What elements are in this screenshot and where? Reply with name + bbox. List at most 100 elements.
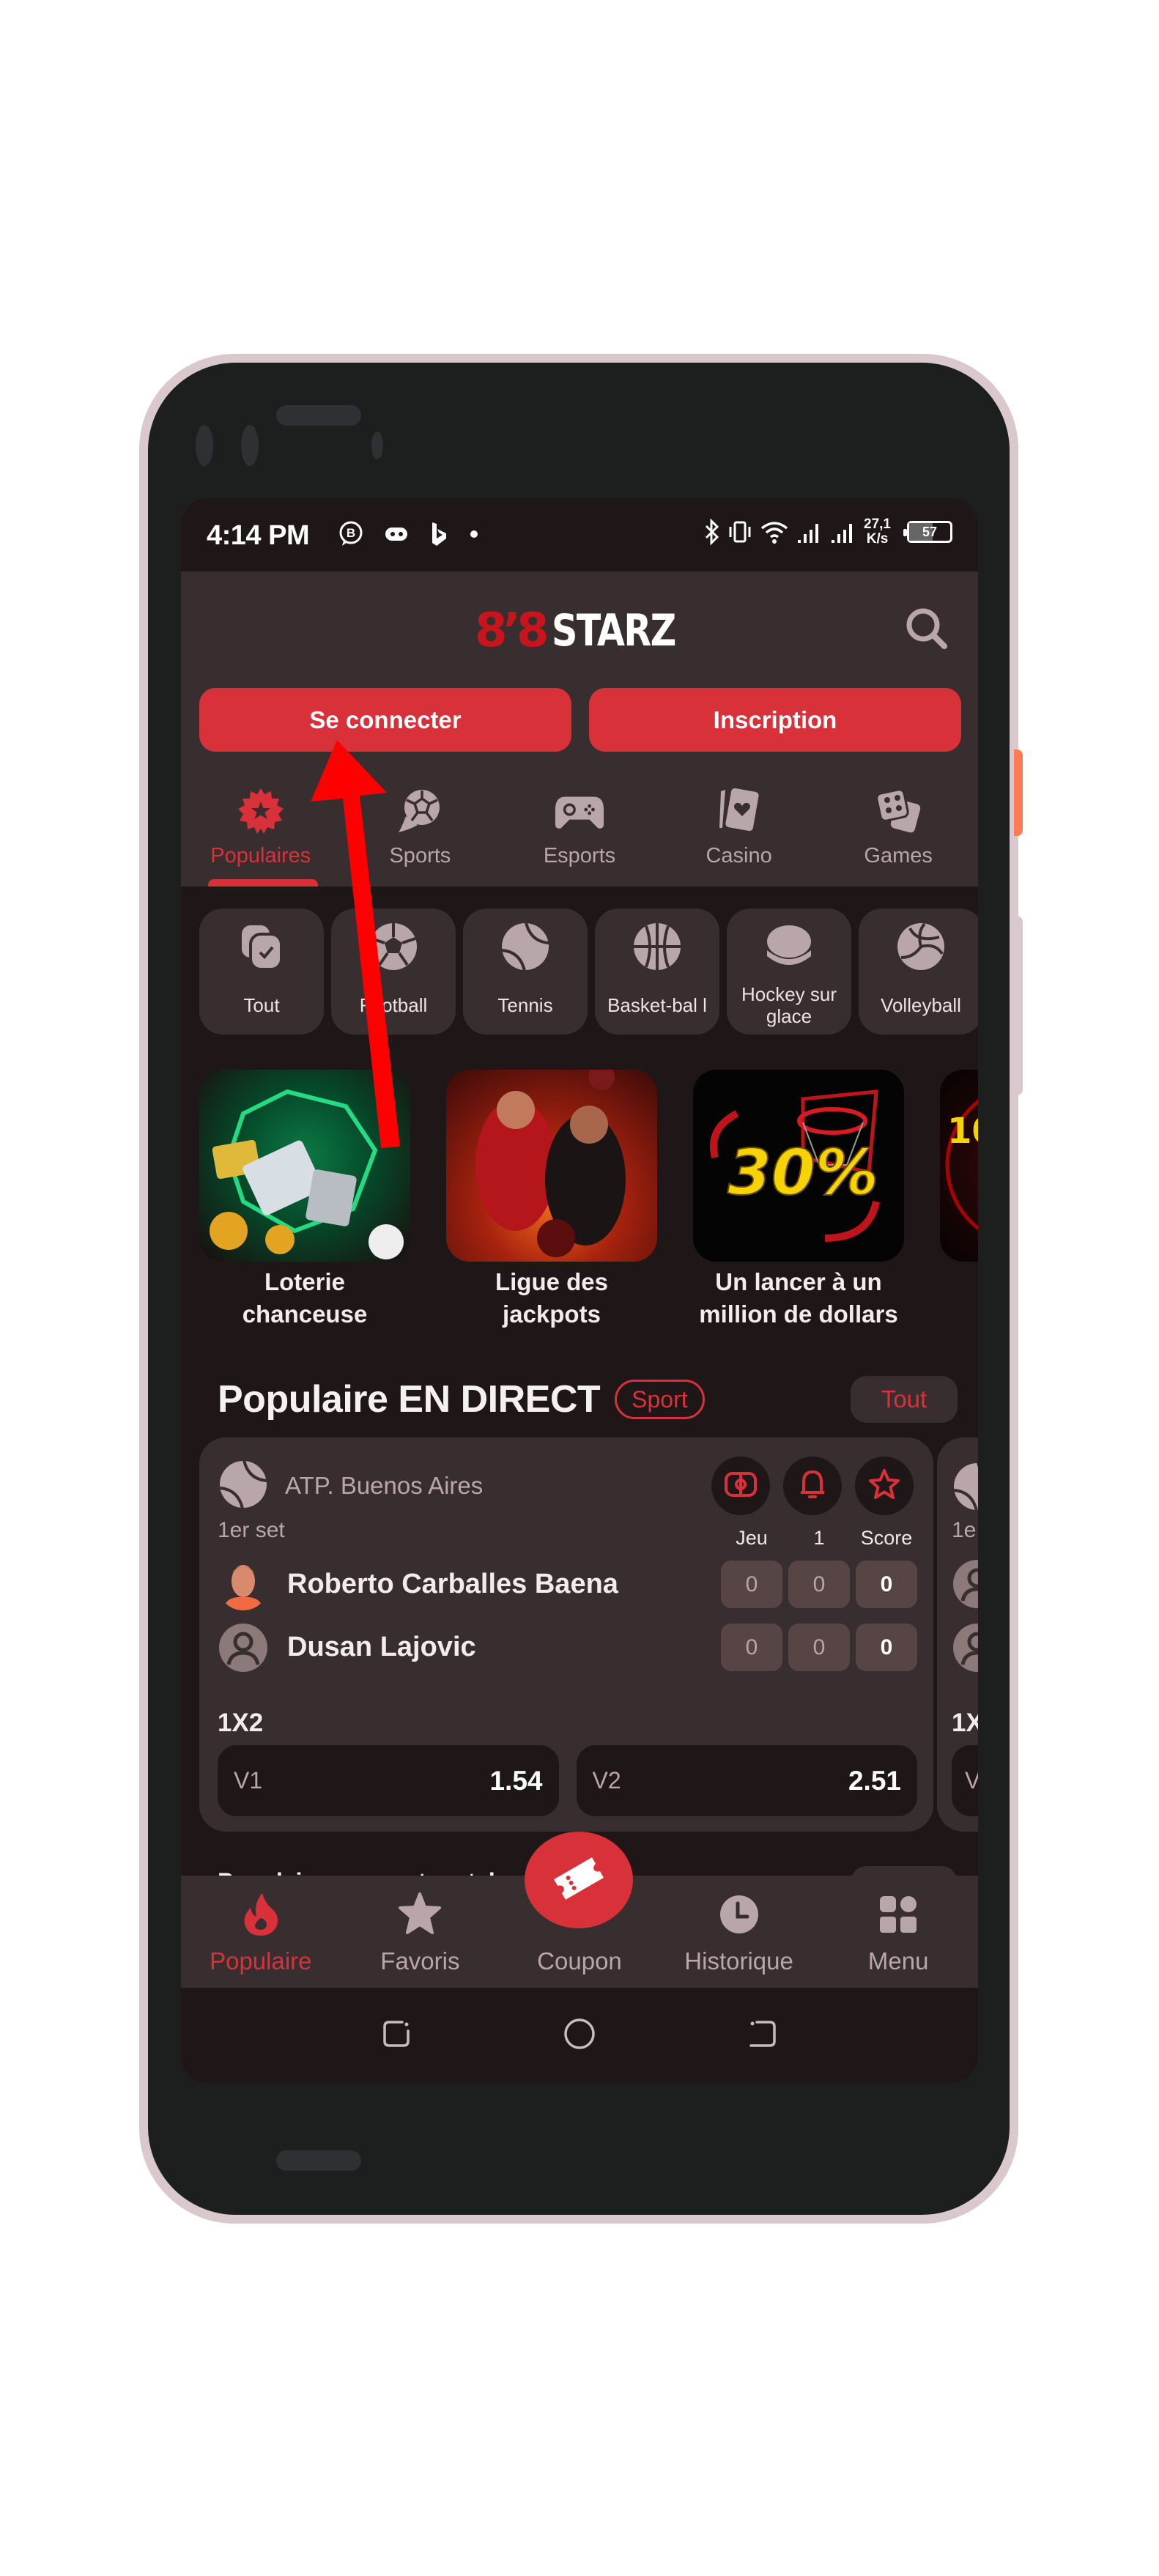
chip-football[interactable]: Football [331,908,456,1035]
chip-label: Tout [243,994,280,1016]
promo-title: Ligue des jackpots [495,1268,609,1328]
battery-level: 57 [922,524,938,539]
cards-icon [714,785,765,837]
logo-word: STARZ [552,605,676,656]
notification-icons: B [338,520,479,548]
chip-label: Basket-bal l [607,994,707,1016]
nav-historique[interactable]: Historique [659,1876,819,1988]
next-match-card[interactable]: 1e 1X V [937,1437,978,1832]
login-button[interactable]: Se connecter [199,688,571,752]
promo-title: Un lancer à un million de dollars [699,1268,898,1328]
chip-tennis[interactable]: Tennis [463,908,588,1035]
register-button[interactable]: Inscription [589,688,961,752]
score-cell: 0 [788,1624,850,1671]
soccer-ball-icon [394,785,445,837]
player-avatar-placeholder [218,1622,269,1673]
soccer-ball-icon [366,919,421,974]
promo-card[interactable]: Loterie chanceuse [199,1070,410,1330]
recents-icon [380,2018,412,2054]
odds-row: V1 1.54 V2 2.51 [218,1745,917,1816]
match-card[interactable]: ATP. Buenos Aires 1er set Jeu 1 Score Ro… [199,1437,933,1832]
player-name: Dusan Lajovic [287,1632,476,1662]
odd-button-v1[interactable]: V1 1.54 [218,1745,559,1816]
home-button[interactable] [558,2013,601,2057]
volume-button [1014,916,1023,1095]
player-scores: 0 0 0 [721,1624,917,1671]
tab-games[interactable]: Games [818,777,978,887]
promo-card[interactable]: 30% Un lancer à un million de dollars [693,1070,904,1330]
flame-icon [237,1890,285,1939]
tab-casino[interactable]: Casino [659,777,819,887]
tennis-ball-icon [218,1459,269,1514]
promo-image-4: 10 [940,1070,978,1262]
brand-logo[interactable]: 8’8 STARZ [475,604,703,658]
clock-icon [715,1890,763,1939]
chip-basketball[interactable]: Basket-bal l [595,908,719,1035]
system-navigation-bar [181,1988,978,2083]
bluetooth-icon [704,519,720,545]
svg-text:B: B [347,526,355,540]
promo-card[interactable]: Ligue des jackpots [446,1070,657,1330]
back-button[interactable] [741,2013,785,2057]
see-all-button[interactable]: Tout [851,1376,958,1423]
back-icon [747,2018,779,2054]
player-scores: 0 0 0 [721,1561,917,1608]
battery-indicator: 57 [903,521,952,543]
all-sports-icon [234,919,289,974]
dot-icon [469,529,479,539]
popular-star-icon [235,785,286,837]
score-cell: 0 [856,1561,917,1608]
logo-number: 8’8 [475,604,549,658]
basketball-icon [629,919,685,974]
score-cell: 0 [721,1561,782,1608]
promo-carousel: Loterie chanceuse Ligue des jackpots 30%… [199,1070,978,1330]
coupon-button[interactable] [525,1832,633,1928]
league-row: ATP. Buenos Aires [218,1457,914,1515]
tab-sports[interactable]: Sports [341,777,500,887]
recents-button[interactable] [374,2013,418,2057]
gamepad-icon [384,525,409,543]
chip-hockey[interactable]: Hockey sur glace [727,908,851,1035]
stream-button[interactable] [711,1457,770,1515]
odd-value: 1.54 [489,1765,543,1796]
promo-card[interactable]: 10 G s [940,1070,978,1330]
player-avatar-placeholder [952,1558,978,1613]
odd-label: V2 [592,1767,621,1794]
tennis-ball-icon [952,1461,978,1516]
front-sensor [241,425,259,466]
favorite-button[interactable] [855,1457,914,1515]
search-button[interactable] [897,601,956,659]
tab-label: Games [864,844,933,867]
chip-tout[interactable]: Tout [199,908,324,1035]
column-header: Score [860,1527,913,1549]
system-status-icons: 27,1 K/s 57 [704,517,952,547]
odd-button-v2[interactable]: V2 2.51 [576,1745,917,1816]
phone-screen: 4:14 PM B 27,1 K/s 57 8’8 STARZ Se conne… [181,498,978,2083]
nav-populaire[interactable]: Populaire [181,1876,341,1988]
sport-filter-pill[interactable]: Sport [615,1380,705,1419]
match-period: 1e [952,1518,977,1542]
status-time: 4:14 PM [207,520,310,551]
tab-populaires[interactable]: Populaires [181,777,341,887]
promo-image-lottery [199,1070,410,1262]
player-avatar [218,1559,269,1610]
notify-button[interactable] [783,1457,842,1515]
tab-esports[interactable]: Esports [500,777,659,887]
nav-favoris[interactable]: Favoris [341,1876,500,1988]
home-icon [562,2016,597,2055]
sport-filter-chips: Tout Football Tennis Basket-bal l Hockey… [199,908,978,1035]
tennis-ball-icon [497,919,553,974]
tab-label: Casino [706,844,772,867]
market-label: 1X2 [218,1709,264,1737]
tab-label: Esports [543,844,616,867]
player-name: Roberto Carballes Baena [287,1569,618,1599]
chip-volleyball[interactable]: Volleyball [859,908,978,1035]
card-actions [711,1457,914,1515]
chip-label: Tennis [497,994,553,1016]
dice-icon [873,785,924,837]
odd-button[interactable]: V [952,1745,978,1816]
tab-label: Sports [389,844,451,867]
market-label: 1X [952,1709,978,1737]
nav-menu[interactable]: Menu [818,1876,978,1988]
score-cell: 0 [856,1624,917,1671]
